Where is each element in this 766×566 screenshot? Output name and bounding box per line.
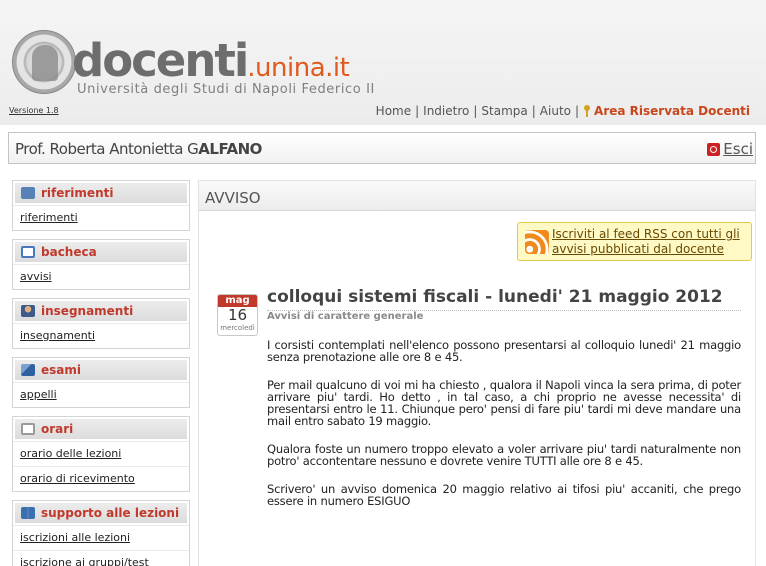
key-icon: [583, 105, 591, 117]
nav-print[interactable]: Stampa: [481, 104, 527, 118]
calendar-date-icon: mag 16 mercoledì: [217, 294, 258, 336]
brand-domain: .unina.it: [247, 53, 350, 83]
power-icon: [707, 142, 721, 156]
sidebar-item-avvisi[interactable]: avvisi: [20, 270, 52, 283]
section-title: insegnamenti: [41, 304, 134, 318]
news-category: Avvisi di carattere generale: [267, 311, 424, 322]
rss-subscribe-box[interactable]: Iscriviti al feed RSS con tutti gli avvi…: [517, 222, 752, 261]
sidebar-section-supporto: supporto alle lezioni iscrizioni alle le…: [12, 500, 190, 566]
sidebar-item-iscrizione-gruppi[interactable]: iscrizione ai gruppi/test: [20, 556, 149, 566]
university-name: Università degli Studi di Napoli Federic…: [77, 82, 375, 97]
exam-icon: [21, 364, 35, 376]
page-title: AVVISO: [199, 181, 755, 211]
sidebar-item-riferimenti[interactable]: riferimenti: [20, 211, 78, 224]
id-card-icon: [21, 187, 35, 199]
section-title: supporto alle lezioni: [41, 506, 180, 520]
nav-home[interactable]: Home: [376, 104, 411, 118]
sidebar-section-orari: orari orario delle lezioni orario di ric…: [12, 416, 190, 492]
rss-icon: [525, 230, 549, 254]
logout-button[interactable]: Esci: [707, 140, 753, 158]
sidebar-item-insegnamenti[interactable]: insegnamenti: [20, 329, 95, 342]
section-title: esami: [41, 363, 81, 377]
brand-main: docenti: [72, 34, 249, 87]
sidebar-item-iscrizioni-lezioni[interactable]: iscrizioni alle lezioni: [20, 531, 130, 544]
user-bar: Prof. Roberta Antonietta GALFANO Esci: [8, 132, 756, 164]
nav-reserved-area[interactable]: Area Riservata Docenti: [594, 104, 750, 118]
news-paragraph: I corsisti contemplati nell'elenco posso…: [267, 338, 741, 364]
news-paragraph: Qualora foste un numero troppo elevato a…: [267, 442, 741, 468]
sidebar-section-insegnamenti: insegnamenti insegnamenti: [12, 298, 190, 349]
section-title: orari: [41, 422, 74, 436]
date-day: 16: [227, 306, 248, 324]
sidebar-section-esami: esami appelli: [12, 357, 190, 408]
news-paragraph: Per mail qualcuno di voi mi ha chiesto ,…: [267, 378, 741, 428]
university-seal-icon: [12, 30, 76, 94]
clock-icon: [21, 423, 35, 435]
book-icon: [21, 507, 35, 519]
nav-back[interactable]: Indietro: [423, 104, 469, 118]
professor-name: Prof. Roberta Antonietta GALFANO: [15, 140, 262, 158]
sidebar-item-appelli[interactable]: appelli: [20, 388, 57, 401]
section-title: bacheca: [41, 245, 97, 259]
sidebar-section-riferimenti: riferimenti riferimenti: [12, 180, 190, 231]
sidebar-item-orario-lezioni[interactable]: orario delle lezioni: [20, 447, 121, 460]
news-paragraph: Scrivero' un avviso domenica 20 maggio r…: [267, 482, 741, 508]
window-icon: [21, 246, 35, 258]
site-header: docenti.unina.it Università degli Studi …: [0, 0, 766, 125]
logout-label: Esci: [723, 140, 753, 158]
rss-link[interactable]: Iscriviti al feed RSS con tutti gli avvi…: [552, 227, 748, 257]
news-title: colloqui sistemi fiscali - lunedi' 21 ma…: [267, 287, 741, 311]
site-logo[interactable]: docenti.unina.it: [72, 34, 350, 87]
sidebar-item-orario-ricevimento[interactable]: orario di ricevimento: [20, 472, 135, 485]
main-content: AVVISO Iscriviti al feed RSS con tutti g…: [198, 180, 756, 566]
nav-help[interactable]: Aiuto: [540, 104, 571, 118]
top-navigation: Home | Indietro | Stampa | Aiuto | Area …: [375, 104, 750, 118]
sidebar: riferimenti riferimenti bacheca avvisi i…: [12, 180, 190, 566]
section-title: riferimenti: [41, 186, 114, 200]
news-body: I corsisti contemplati nell'elenco posso…: [267, 339, 741, 523]
sidebar-section-bacheca: bacheca avvisi: [12, 239, 190, 290]
version-link[interactable]: Versione 1.8: [9, 106, 59, 115]
user-icon: [21, 305, 35, 317]
date-weekday: mercoledì: [220, 324, 255, 332]
